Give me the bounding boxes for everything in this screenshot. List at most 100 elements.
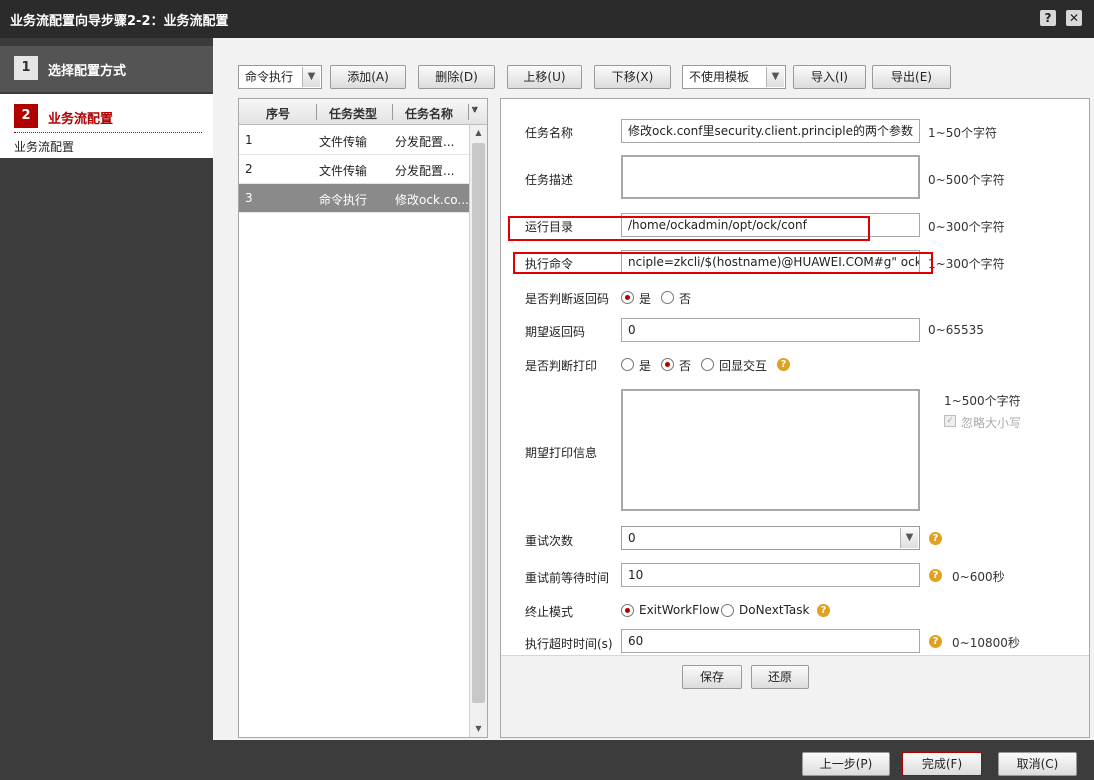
check-print-yes-label[interactable]: 是 bbox=[639, 357, 651, 374]
divider bbox=[14, 132, 202, 133]
task-name-label: 任务名称 bbox=[525, 126, 574, 140]
scroll-down-icon[interactable]: ▼ bbox=[470, 721, 487, 737]
task-form: 任务名称 修改ock.conf里security.client.principl… bbox=[500, 98, 1090, 738]
main-panel: 命令执行 ▼ 添加(A) 删除(D) 上移(U) 下移(X) 不使用模板 ▼ 导… bbox=[213, 38, 1094, 740]
ignore-case-checkbox[interactable]: ✓ bbox=[944, 415, 956, 427]
row-index: 1 bbox=[245, 133, 253, 147]
check-print-echo-label[interactable]: 回显交互 bbox=[719, 357, 767, 374]
check-return-no-radio[interactable] bbox=[661, 291, 674, 304]
retry-wait-input[interactable]: 10 bbox=[621, 563, 920, 587]
task-type-select[interactable]: 命令执行 ▼ bbox=[238, 65, 322, 89]
check-return-label: 是否判断返回码 bbox=[525, 292, 610, 306]
scroll-thumb[interactable] bbox=[472, 143, 485, 703]
column-header-index[interactable]: 序号 bbox=[266, 105, 290, 122]
check-return-yes-radio[interactable] bbox=[621, 291, 634, 304]
retry-count-label: 重试次数 bbox=[525, 534, 574, 548]
retry-wait-hint: 0~600秒 bbox=[952, 570, 1005, 584]
highlight-box bbox=[508, 216, 870, 241]
stop-mode-label: 终止模式 bbox=[525, 605, 574, 619]
exec-timeout-input[interactable]: 60 bbox=[621, 629, 920, 653]
retry-count-select[interactable]: 0 ▼ bbox=[621, 526, 920, 550]
table-header: 序号 任务类型 任务名称 ⩔ bbox=[239, 99, 487, 125]
check-print-label: 是否判断打印 bbox=[525, 359, 598, 373]
chevron-down-icon[interactable]: ▼ bbox=[900, 528, 918, 548]
column-divider bbox=[468, 104, 469, 120]
expected-return-label: 期望返回码 bbox=[525, 325, 586, 339]
task-name-input[interactable]: 修改ock.conf里security.client.principle的两个参… bbox=[621, 119, 920, 143]
help-icon[interactable]: ? bbox=[929, 635, 942, 648]
table-row[interactable]: 1 文件传输 分发配置... bbox=[239, 126, 469, 155]
check-print-no-radio[interactable] bbox=[661, 358, 674, 371]
finish-button[interactable]: 完成(F) bbox=[902, 752, 982, 776]
chevron-down-icon[interactable]: ▼ bbox=[302, 67, 320, 87]
delete-button[interactable]: 删除(D) bbox=[418, 65, 495, 89]
window-title: 业务流配置向导步骤2-2：业务流配置 bbox=[10, 14, 229, 29]
save-button[interactable]: 保存 bbox=[682, 665, 742, 689]
stop-mode-next-radio[interactable] bbox=[721, 604, 734, 617]
task-list-scrollbar[interactable]: ▲ ▼ bbox=[469, 125, 487, 737]
highlight-box bbox=[513, 252, 933, 274]
help-icon[interactable]: ? bbox=[929, 532, 942, 545]
task-list: 序号 任务类型 任务名称 ⩔ 1 文件传输 分发配置... 2 文件传输 分发配… bbox=[238, 98, 488, 738]
row-type: 命令执行 bbox=[319, 193, 368, 207]
close-button[interactable]: ✕ bbox=[1066, 10, 1082, 26]
table-row[interactable]: 2 文件传输 分发配置... bbox=[239, 155, 469, 184]
exec-cmd-hint: 1~300个字符 bbox=[928, 257, 1005, 271]
stop-mode-next-label[interactable]: DoNextTask bbox=[739, 603, 809, 617]
wizard-footer: 上一步(P) 完成(F) 取消(C) bbox=[213, 740, 1094, 780]
column-divider bbox=[316, 104, 317, 120]
check-print-echo-radio[interactable] bbox=[701, 358, 714, 371]
row-name: 分发配置... bbox=[395, 164, 455, 178]
ignore-case-label[interactable]: 忽略大小写 bbox=[961, 414, 1021, 431]
check-print-no-label[interactable]: 否 bbox=[679, 357, 691, 374]
column-header-type[interactable]: 任务类型 bbox=[329, 105, 377, 122]
table-row-selected[interactable]: 3 命令执行 修改ock.co... bbox=[239, 184, 469, 213]
form-footer: 保存 还原 bbox=[501, 655, 1089, 737]
expected-print-hint: 1~500个字符 bbox=[944, 394, 1021, 408]
export-button[interactable]: 导出(E) bbox=[872, 65, 951, 89]
move-up-button[interactable]: 上移(U) bbox=[507, 65, 582, 89]
help-icon[interactable]: ? bbox=[929, 569, 942, 582]
column-divider bbox=[392, 104, 393, 120]
chevron-down-icon[interactable]: ⩔ bbox=[472, 104, 478, 115]
exec-timeout-hint: 0~10800秒 bbox=[952, 636, 1020, 650]
row-name: 修改ock.co... bbox=[395, 193, 469, 207]
expected-return-input[interactable]: 0 bbox=[621, 318, 920, 342]
step-select-config-method[interactable]: 1 选择配置方式 bbox=[0, 46, 213, 92]
template-value: 不使用模板 bbox=[689, 70, 750, 84]
task-type-value: 命令执行 bbox=[245, 70, 294, 84]
step-workflow-config[interactable]: 2 业务流配置 业务流配置 bbox=[0, 94, 213, 158]
restore-button[interactable]: 还原 bbox=[751, 665, 809, 689]
exec-timeout-label: 执行超时时间(s) bbox=[525, 637, 613, 651]
expected-return-hint: 0~65535 bbox=[928, 323, 984, 337]
check-return-no-label[interactable]: 否 bbox=[679, 290, 691, 307]
add-button[interactable]: 添加(A) bbox=[330, 65, 406, 89]
run-dir-hint: 0~300个字符 bbox=[928, 220, 1005, 234]
stop-mode-exit-label[interactable]: ExitWorkFlow bbox=[639, 603, 720, 617]
cancel-button[interactable]: 取消(C) bbox=[998, 752, 1077, 776]
step-number: 1 bbox=[14, 56, 38, 80]
task-desc-textarea[interactable] bbox=[621, 155, 920, 199]
import-button[interactable]: 导入(I) bbox=[793, 65, 866, 89]
help-icon[interactable]: ? bbox=[817, 604, 830, 617]
expected-print-textarea[interactable] bbox=[621, 389, 920, 511]
scroll-up-icon[interactable]: ▲ bbox=[470, 125, 487, 141]
chevron-down-icon[interactable]: ▼ bbox=[766, 67, 784, 87]
previous-button[interactable]: 上一步(P) bbox=[802, 752, 890, 776]
help-button[interactable]: ? bbox=[1040, 10, 1056, 26]
move-down-button[interactable]: 下移(X) bbox=[594, 65, 671, 89]
title-bar: 业务流配置向导步骤2-2：业务流配置 ? ✕ bbox=[0, 0, 1094, 38]
wizard-steps: 1 选择配置方式 2 业务流配置 业务流配置 bbox=[0, 38, 213, 780]
retry-count-value: 0 bbox=[628, 531, 636, 545]
step-number: 2 bbox=[14, 104, 38, 128]
check-return-yes-label[interactable]: 是 bbox=[639, 290, 651, 307]
step-sub-item[interactable]: 业务流配置 bbox=[14, 138, 74, 155]
template-select[interactable]: 不使用模板 ▼ bbox=[682, 65, 786, 89]
stop-mode-exit-radio[interactable] bbox=[621, 604, 634, 617]
row-index: 2 bbox=[245, 162, 253, 176]
column-header-name[interactable]: 任务名称 bbox=[405, 105, 453, 122]
row-index: 3 bbox=[245, 191, 253, 205]
check-print-yes-radio[interactable] bbox=[621, 358, 634, 371]
row-type: 文件传输 bbox=[319, 164, 368, 178]
help-icon[interactable]: ? bbox=[777, 358, 790, 371]
